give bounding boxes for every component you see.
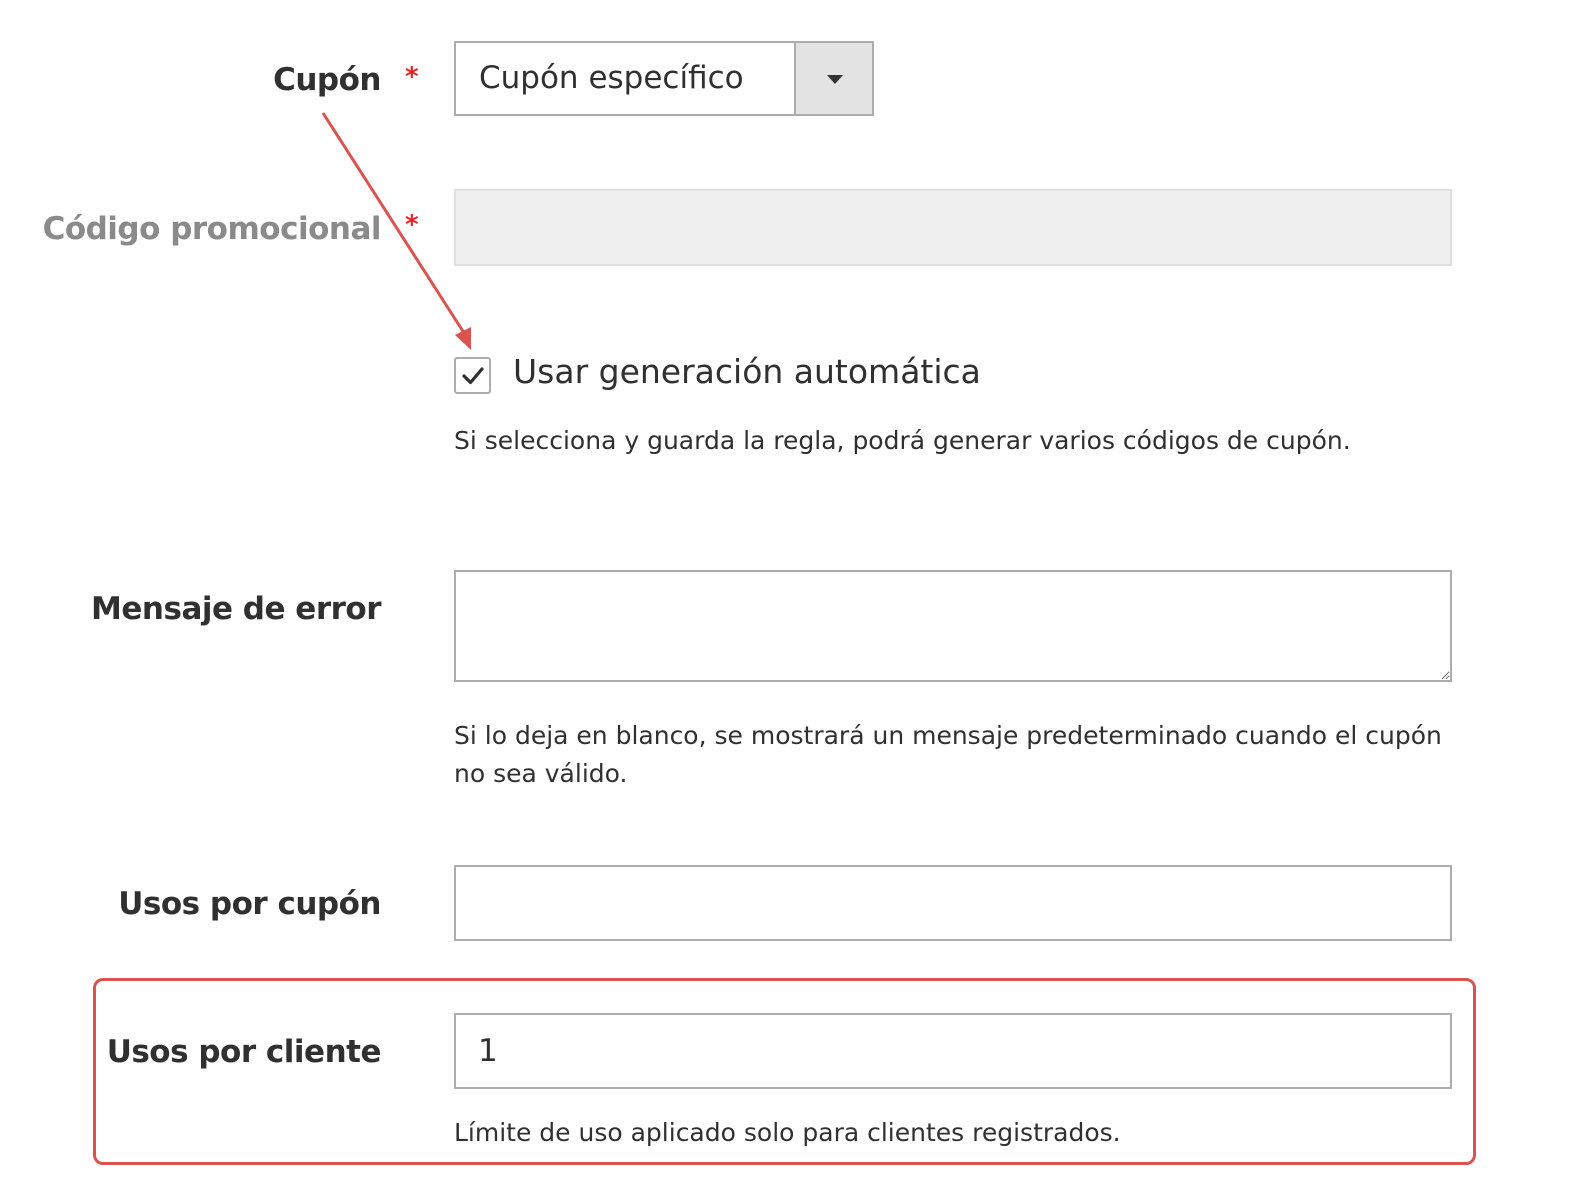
uses-per-customer-note: Límite de uso aplicado solo para cliente…: [454, 1118, 1121, 1147]
error-message-note: Si lo deja en blanco, se mostrará un men…: [454, 721, 1442, 788]
promo-code-label: Código promocional: [42, 211, 382, 247]
coupon-select-value: Cupón específico: [479, 60, 744, 96]
coupon-label: Cupón: [273, 62, 381, 98]
auto-generation-label[interactable]: Usar generación automática: [513, 352, 981, 391]
promo-code-required-mark: *: [405, 210, 419, 240]
error-message-label: Mensaje de error: [91, 591, 381, 627]
uses-per-coupon-input[interactable]: [454, 865, 1452, 941]
error-message-textarea[interactable]: [454, 570, 1452, 682]
auto-generation-note: Si selecciona y guarda la regla, podrá g…: [454, 426, 1351, 455]
coupon-required-mark: *: [405, 62, 419, 92]
promo-code-input[interactable]: [454, 189, 1452, 266]
uses-per-coupon-label: Usos por cupón: [118, 886, 381, 922]
uses-per-customer-input[interactable]: [454, 1013, 1452, 1089]
uses-per-customer-label: Usos por cliente: [106, 1034, 382, 1070]
check-icon: [462, 367, 484, 385]
coupon-select[interactable]: Cupón específico: [454, 41, 874, 116]
auto-generation-checkbox[interactable]: [454, 357, 491, 394]
coupon-select-toggle[interactable]: [794, 43, 872, 114]
chevron-down-icon: [827, 75, 843, 84]
